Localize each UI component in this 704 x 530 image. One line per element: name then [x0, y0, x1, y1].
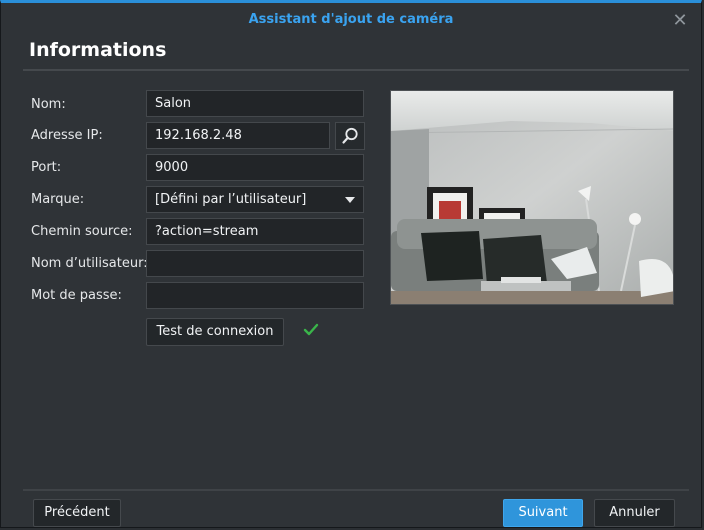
- test-connection-button[interactable]: Test de connexion: [146, 318, 284, 346]
- camera-preview-image: [391, 91, 673, 304]
- port-label: Port:: [31, 160, 62, 175]
- username-label: Nom d’utilisateur:: [31, 256, 148, 271]
- ip-label: Adresse IP:: [31, 128, 103, 143]
- password-input[interactable]: [146, 282, 364, 309]
- search-icon: [342, 127, 358, 144]
- chevron-down-icon: [345, 197, 355, 203]
- checkmark-icon: [303, 323, 319, 336]
- ip-input[interactable]: 192.168.2.48: [146, 122, 330, 149]
- dialog-title: Assistant d'ajout de caméra: [248, 12, 454, 27]
- section-divider: [23, 69, 689, 71]
- source-path-label: Chemin source:: [31, 224, 133, 239]
- name-label: Nom:: [31, 97, 66, 112]
- camera-wizard-dialog: Assistant d'ajout de caméra ✕ Informatio…: [0, 0, 702, 528]
- brand-select-value: [Défini par l’utilisateur]: [155, 192, 307, 207]
- password-label: Mot de passe:: [31, 288, 122, 303]
- section-title: Informations: [29, 39, 167, 61]
- next-button[interactable]: Suivant: [503, 499, 583, 527]
- port-input[interactable]: 9000: [146, 154, 364, 181]
- source-path-input[interactable]: ?action=stream: [146, 218, 364, 245]
- name-input[interactable]: Salon: [146, 90, 364, 117]
- cancel-button[interactable]: Annuler: [594, 499, 675, 527]
- previous-button[interactable]: Précédent: [33, 499, 121, 527]
- search-ip-button[interactable]: [335, 122, 365, 150]
- close-icon[interactable]: ✕: [671, 11, 689, 29]
- brand-label: Marque:: [31, 192, 85, 207]
- brand-select[interactable]: [Défini par l’utilisateur]: [146, 186, 364, 213]
- footer-divider: [23, 489, 689, 491]
- camera-preview: [390, 90, 674, 305]
- username-input[interactable]: [146, 250, 364, 277]
